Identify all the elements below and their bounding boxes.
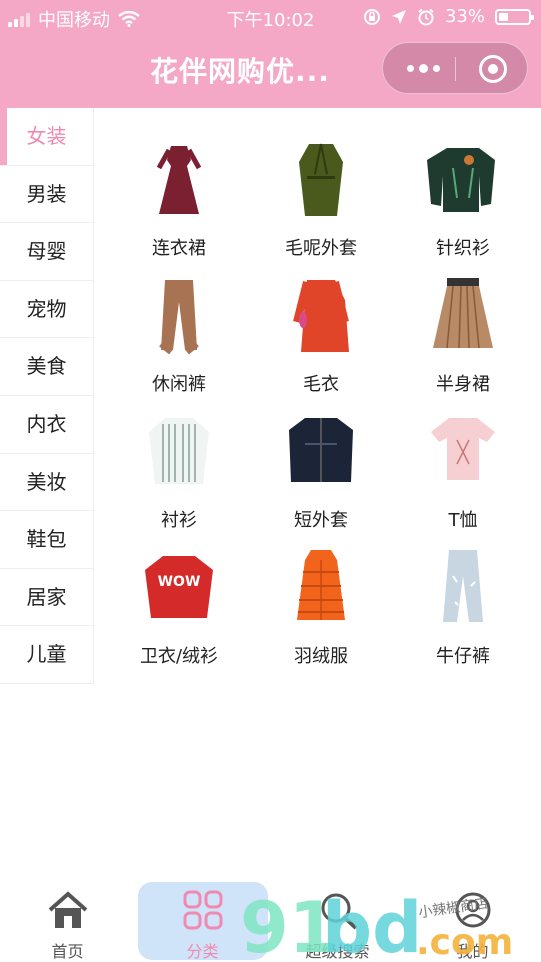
battery-percent: 33% [444, 6, 485, 27]
more-icon[interactable] [407, 64, 440, 73]
category-label: 针织衫 [436, 238, 490, 259]
hoodie-icon: WOW [139, 546, 219, 628]
knit-sweater-icon [423, 138, 503, 220]
category-label: 羽绒服 [294, 646, 348, 667]
category-item[interactable]: 毛呢外套 [250, 130, 392, 259]
mini-program-capsule [382, 42, 528, 94]
jacket-icon [281, 410, 361, 492]
category-item[interactable]: 针织衫 [392, 130, 534, 259]
rotation-lock-icon [363, 8, 380, 25]
down-coat-icon [281, 546, 361, 628]
svg-text:WOW: WOW [158, 574, 201, 590]
capsule-divider [455, 57, 456, 81]
skirt-icon [423, 274, 503, 356]
category-item[interactable]: 衬衫 [108, 402, 250, 531]
sidebar-item[interactable]: 母婴 [0, 223, 93, 281]
tab-user[interactable]: 我的 [405, 878, 540, 961]
jeans-icon [423, 546, 503, 628]
category-item[interactable]: T恤 [392, 402, 534, 531]
category-label: 休闲裤 [152, 374, 206, 395]
wool-coat-icon [281, 138, 361, 220]
location-icon [391, 9, 406, 24]
tab-home[interactable]: 首页 [0, 878, 135, 961]
sidebar-item[interactable]: 宠物 [0, 281, 93, 339]
tab-search[interactable]: 超级搜索 [270, 878, 405, 961]
category-item[interactable]: 牛仔裤 [392, 538, 534, 667]
category-item[interactable]: 半身裙 [392, 266, 534, 395]
close-target-icon[interactable] [479, 55, 507, 83]
category-label: 毛呢外套 [285, 238, 357, 259]
tab-label: 分类 [186, 942, 219, 961]
category-label: T恤 [448, 510, 478, 531]
category-item[interactable]: 连衣裙 [108, 130, 250, 259]
category-item[interactable]: 羽绒服 [250, 538, 392, 667]
category-item[interactable]: WOW 卫衣/绒衫 [108, 538, 250, 667]
category-label: 卫衣/绒衫 [139, 646, 219, 667]
bottom-tabbar: 首页 分类 超级搜索 我的 [0, 878, 541, 961]
sidebar-item[interactable]: 内衣 [0, 396, 93, 454]
category-item[interactable]: 毛衣 [250, 266, 392, 395]
sidebar-item[interactable]: 居家 [0, 569, 93, 627]
sweater-icon [281, 274, 361, 356]
battery-icon [495, 8, 534, 25]
sidebar-item[interactable]: 女装 [0, 108, 93, 166]
tab-label: 首页 [51, 942, 84, 961]
sidebar-item[interactable]: 儿童 [0, 626, 93, 684]
category-label: 半身裙 [436, 374, 490, 395]
sidebar-item[interactable]: 美食 [0, 338, 93, 396]
category-label: 牛仔裤 [436, 646, 490, 667]
category-label: 短外套 [294, 510, 348, 531]
dress-icon [139, 138, 219, 220]
category-sidebar: 女装 男装 母婴 宠物 美食 内衣 美妆 鞋包 居家 儿童 [0, 108, 94, 684]
category-label: 衬衫 [161, 510, 197, 531]
tab-label: 我的 [456, 942, 489, 961]
category-item[interactable]: 休闲裤 [108, 266, 250, 395]
category-label: 毛衣 [303, 374, 339, 395]
page-title: 花伴网购优... [150, 55, 330, 88]
sidebar-item[interactable]: 鞋包 [0, 511, 93, 569]
status-bar: 中国移动 下午10:02 33% [0, 0, 541, 34]
app-header: 中国移动 下午10:02 33% 花伴网购优... [0, 0, 541, 108]
shirt-icon [139, 410, 219, 492]
category-item[interactable]: 短外套 [250, 402, 392, 531]
alarm-icon [418, 8, 434, 25]
category-label: 连衣裙 [152, 238, 206, 259]
subcategory-grid: 连衣裙 毛呢外套 针织衫休闲裤 毛衣 半身裙衬衫 短外套 T恤 WOW 卫衣/绒衫 羽绒服 牛仔裤 [108, 130, 534, 667]
casual-pants-icon [139, 274, 219, 356]
tshirt-icon [423, 410, 503, 492]
tab-grid[interactable]: 分类 [135, 878, 270, 961]
sidebar-item[interactable]: 美妆 [0, 454, 93, 512]
tab-label: 超级搜索 [305, 942, 370, 961]
sidebar-item[interactable]: 男装 [0, 166, 93, 224]
